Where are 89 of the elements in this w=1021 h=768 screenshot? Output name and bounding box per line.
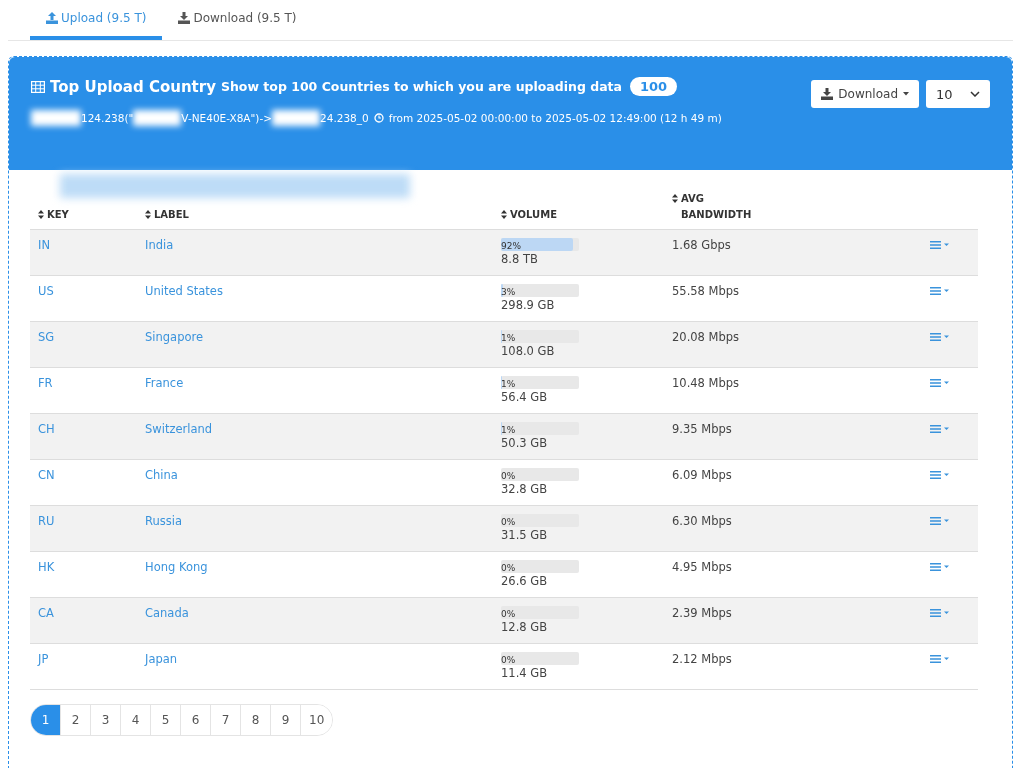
country-name[interactable]: Japan — [145, 652, 501, 666]
volume-percent: 0% — [501, 516, 516, 529]
country-code[interactable]: JP — [38, 652, 145, 666]
route-text: V-NE40E-X8A")-> — [181, 112, 273, 124]
menu-icon[interactable] — [930, 287, 950, 295]
menu-icon[interactable] — [930, 333, 950, 341]
volume-value: 108.0 GB — [501, 344, 556, 358]
volume-percent: 3% — [501, 286, 516, 299]
country-code[interactable]: CH — [38, 422, 145, 436]
country-code[interactable]: IN — [38, 238, 145, 252]
sort-icon[interactable] — [38, 210, 44, 219]
download-icon — [178, 12, 191, 24]
menu-icon[interactable] — [930, 655, 950, 663]
volume-value: 8.8 TB — [501, 252, 539, 266]
caret-icon — [903, 92, 909, 96]
country-code[interactable]: SG — [38, 330, 145, 344]
page-size-select[interactable]: 10 — [926, 80, 990, 108]
volume-value: 11.4 GB — [501, 666, 549, 680]
country-name[interactable]: France — [145, 376, 501, 390]
country-name[interactable]: India — [145, 238, 501, 252]
volume-percent: 0% — [501, 654, 516, 667]
country-name[interactable]: China — [145, 468, 501, 482]
bandwidth-value: 2.39 Mbps — [672, 606, 733, 620]
download-button[interactable]: Download — [811, 80, 919, 108]
sort-icon[interactable] — [501, 210, 507, 219]
country-name[interactable]: United States — [145, 284, 501, 298]
sort-icon[interactable] — [672, 194, 678, 203]
country-name[interactable]: Singapore — [145, 330, 501, 344]
volume-value: 298.9 GB — [501, 298, 556, 312]
sort-icon[interactable] — [145, 210, 151, 219]
volume-percent: 1% — [501, 332, 516, 345]
volume-value: 56.4 GB — [501, 390, 549, 404]
bandwidth-value: 9.35 Mbps — [672, 422, 733, 436]
column-header[interactable]: VOLUME — [501, 207, 557, 223]
bandwidth-value: 6.30 Mbps — [672, 514, 733, 528]
menu-icon[interactable] — [930, 241, 950, 249]
bandwidth-value: 55.58 Mbps — [672, 284, 741, 298]
volume-value: 31.5 GB — [501, 528, 549, 542]
country-name[interactable]: Canada — [145, 606, 501, 620]
bandwidth-value: 6.09 Mbps — [672, 468, 733, 482]
volume-value: 26.6 GB — [501, 574, 549, 588]
bandwidth-value: 10.48 Mbps — [672, 376, 741, 390]
route-text: 124.238(" — [81, 112, 134, 124]
chevron-icon — [970, 91, 980, 97]
menu-icon[interactable] — [930, 517, 950, 525]
country-code[interactable]: CN — [38, 468, 145, 482]
route-text: 24.238_0 — [320, 112, 369, 124]
country-code[interactable]: FR — [38, 376, 145, 390]
redaction-blur — [272, 110, 321, 126]
bandwidth-value: 2.12 Mbps — [672, 652, 733, 666]
volume-percent: 1% — [501, 424, 516, 437]
tab[interactable]: Upload (9.5 T) — [30, 0, 163, 40]
download-icon — [821, 88, 834, 100]
upload-icon — [46, 12, 58, 24]
country-code[interactable]: HK — [38, 560, 145, 574]
clock-icon — [373, 113, 384, 123]
menu-icon[interactable] — [930, 609, 950, 617]
redaction-blur — [133, 110, 182, 126]
volume-percent: 0% — [501, 608, 516, 621]
menu-icon[interactable] — [930, 563, 950, 571]
panel-subtitle: Show top 100 Countries to which you are uploading data — [220, 79, 623, 94]
volume-value: 12.8 GB — [501, 620, 549, 634]
count-badge: 100 — [630, 77, 678, 96]
volume-percent: 0% — [501, 470, 516, 483]
volume-percent: 1% — [501, 378, 516, 391]
country-name[interactable]: Hong Kong — [145, 560, 501, 574]
country-code[interactable]: CA — [38, 606, 145, 620]
column-header[interactable]: KEY — [38, 207, 69, 223]
bandwidth-value: 1.68 Gbps — [672, 238, 732, 252]
bandwidth-value: 20.08 Mbps — [672, 330, 741, 344]
country-name[interactable]: Switzerland — [145, 422, 501, 436]
tab[interactable]: Download (9.5 T) — [162, 0, 313, 40]
volume-value: 50.3 GB — [501, 436, 549, 450]
panel-title: Top Upload Country — [50, 77, 216, 96]
country-name[interactable]: Russia — [145, 514, 501, 528]
column-header[interactable]: LABEL — [145, 207, 189, 223]
volume-value: 32.8 GB — [501, 482, 549, 496]
volume-percent: 92% — [501, 240, 521, 253]
country-code[interactable]: US — [38, 284, 145, 298]
volume-percent: 0% — [501, 562, 516, 575]
bandwidth-value: 4.95 Mbps — [672, 560, 733, 574]
redaction-blur — [31, 110, 81, 126]
menu-icon[interactable] — [930, 379, 950, 387]
time-range: from 2025-05-02 00:00:00 to 2025-05-02 12:49:00 (12 h 49 m) — [388, 112, 722, 124]
menu-icon[interactable] — [930, 425, 950, 433]
page-button[interactable]: 1 — [31, 705, 61, 735]
table-icon — [31, 80, 45, 93]
menu-icon[interactable] — [930, 471, 950, 479]
country-code[interactable]: RU — [38, 514, 145, 528]
